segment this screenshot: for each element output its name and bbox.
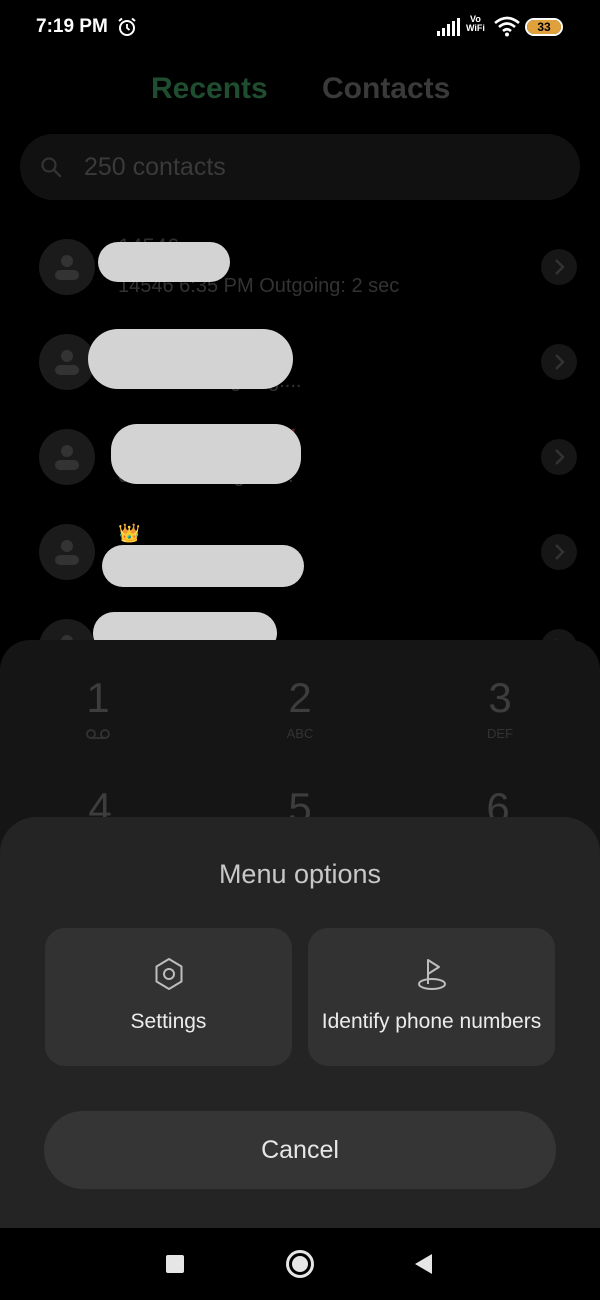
- call-details-chevron[interactable]: [541, 344, 577, 380]
- status-time: 7:19 PM: [36, 16, 108, 37]
- sheet-title: Menu options: [218, 859, 382, 889]
- back-triangle-icon[interactable]: [405, 1246, 441, 1282]
- call-details-chevron[interactable]: [541, 534, 577, 570]
- tab-contacts[interactable]: Contacts: [322, 72, 450, 106]
- call-log-row[interactable]: 2:05 PM Outgoing:...: [0, 315, 600, 410]
- dial-key-2[interactable]: 2 ABC: [240, 674, 360, 742]
- search-input[interactable]: [84, 148, 544, 186]
- system-nav-bar: [0, 1228, 600, 1300]
- recent-calls-list: 14546 14546 6:35 PM Outgoing: 2 sec 2:05…: [0, 220, 600, 675]
- settings-label: Settings: [130, 1010, 207, 1033]
- contact-avatar: [39, 239, 95, 295]
- dial-digit: 1: [86, 674, 110, 721]
- crown-emoji-label: 👑: [118, 523, 141, 543]
- dial-key-3[interactable]: 3 DEF: [440, 674, 560, 742]
- call-details-chevron[interactable]: [541, 249, 577, 285]
- chevron-right-icon: [555, 544, 565, 560]
- search-bar[interactable]: [20, 134, 580, 200]
- vowifi-label: Vo WiFi: [466, 15, 485, 33]
- call-log-row[interactable]: 👑 24 AM Incoming:...: [0, 505, 600, 600]
- dial-key-1[interactable]: 1: [38, 674, 158, 745]
- dial-letters: DEF: [487, 726, 513, 741]
- contact-avatar: [39, 429, 95, 485]
- recents-square-icon[interactable]: [157, 1246, 193, 1282]
- cancel-button[interactable]: Cancel: [44, 1111, 556, 1189]
- identify-phone-numbers-label: Identify phone numbers: [321, 1010, 542, 1033]
- chevron-right-icon: [555, 449, 565, 465]
- redaction-mark: [98, 242, 230, 282]
- identify-phone-numbers-option[interactable]: Identify phone numbers: [308, 928, 555, 1066]
- dial-letters: ABC: [286, 726, 314, 741]
- call-log-row[interactable]: 4 0:49 AM Rang 1 ti...: [0, 410, 600, 505]
- location-flag-icon: [417, 959, 446, 990]
- chevron-right-icon: [555, 354, 565, 370]
- dial-digit: 3: [488, 674, 512, 721]
- cellular-signal-icon: [437, 18, 460, 36]
- dial-digit: 2: [288, 674, 312, 721]
- person-icon: [55, 350, 79, 375]
- person-icon: [55, 540, 79, 565]
- voicemail-icon: [86, 729, 110, 739]
- tab-bar: Recents Contacts: [0, 72, 600, 112]
- call-details-chevron[interactable]: [541, 439, 577, 475]
- contact-avatar: [39, 524, 95, 580]
- status-bar: 7:19 PM Vo WiFi 33: [0, 0, 600, 56]
- tab-recents[interactable]: Recents: [151, 72, 268, 106]
- vowifi-label-bottom: WiFi: [466, 23, 485, 33]
- wifi-icon: [494, 16, 520, 37]
- redaction-mark: [111, 424, 301, 484]
- contact-avatar: [39, 334, 95, 390]
- battery-icon: 33: [525, 18, 563, 36]
- redaction-mark: [88, 329, 293, 389]
- menu-options-sheet: Menu options Settings Identify phone num…: [0, 817, 600, 1228]
- search-icon: [41, 157, 62, 178]
- gear-icon: [155, 958, 182, 990]
- chevron-right-icon: [555, 259, 565, 275]
- person-icon: [55, 255, 79, 280]
- person-icon: [55, 445, 79, 470]
- home-circle-icon[interactable]: [282, 1246, 318, 1282]
- alarm-clock-icon: [118, 17, 136, 36]
- call-log-row[interactable]: 14546 14546 6:35 PM Outgoing: 2 sec: [0, 220, 600, 315]
- redaction-mark: [102, 545, 304, 587]
- battery-level: 33: [537, 20, 551, 34]
- settings-option[interactable]: Settings: [45, 928, 292, 1066]
